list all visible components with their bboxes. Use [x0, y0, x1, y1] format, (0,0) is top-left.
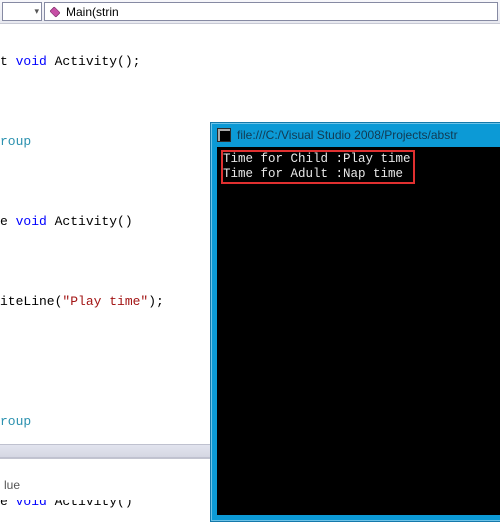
highlight-box: Time for Child :Play time Time for Adult…	[221, 150, 415, 184]
member-dropdown[interactable]: Main(strin	[44, 2, 498, 21]
console-icon	[217, 128, 231, 142]
member-dropdown-label: Main(strin	[66, 5, 119, 19]
scope-dropdown[interactable]: ▾	[2, 2, 42, 21]
locals-cell: lue	[4, 478, 20, 492]
chevron-down-icon: ▾	[34, 6, 39, 17]
console-line: Time for Child :Play time	[223, 152, 411, 166]
console-title-text: file:///C:/Visual Studio 2008/Projects/a…	[237, 128, 458, 142]
console-titlebar[interactable]: file:///C:/Visual Studio 2008/Projects/a…	[211, 123, 500, 147]
method-icon	[48, 5, 62, 19]
navigation-bar: ▾ Main(strin	[0, 0, 500, 24]
console-line: Time for Adult :Nap time	[223, 167, 403, 181]
console-output: Time for Child :Play time Time for Adult…	[217, 147, 500, 515]
console-window[interactable]: file:///C:/Visual Studio 2008/Projects/a…	[210, 122, 500, 522]
